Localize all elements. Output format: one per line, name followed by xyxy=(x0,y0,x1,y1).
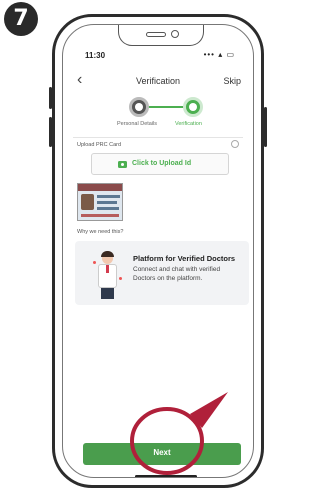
highlight-circle xyxy=(130,407,204,475)
annotation-overlay xyxy=(130,392,228,475)
